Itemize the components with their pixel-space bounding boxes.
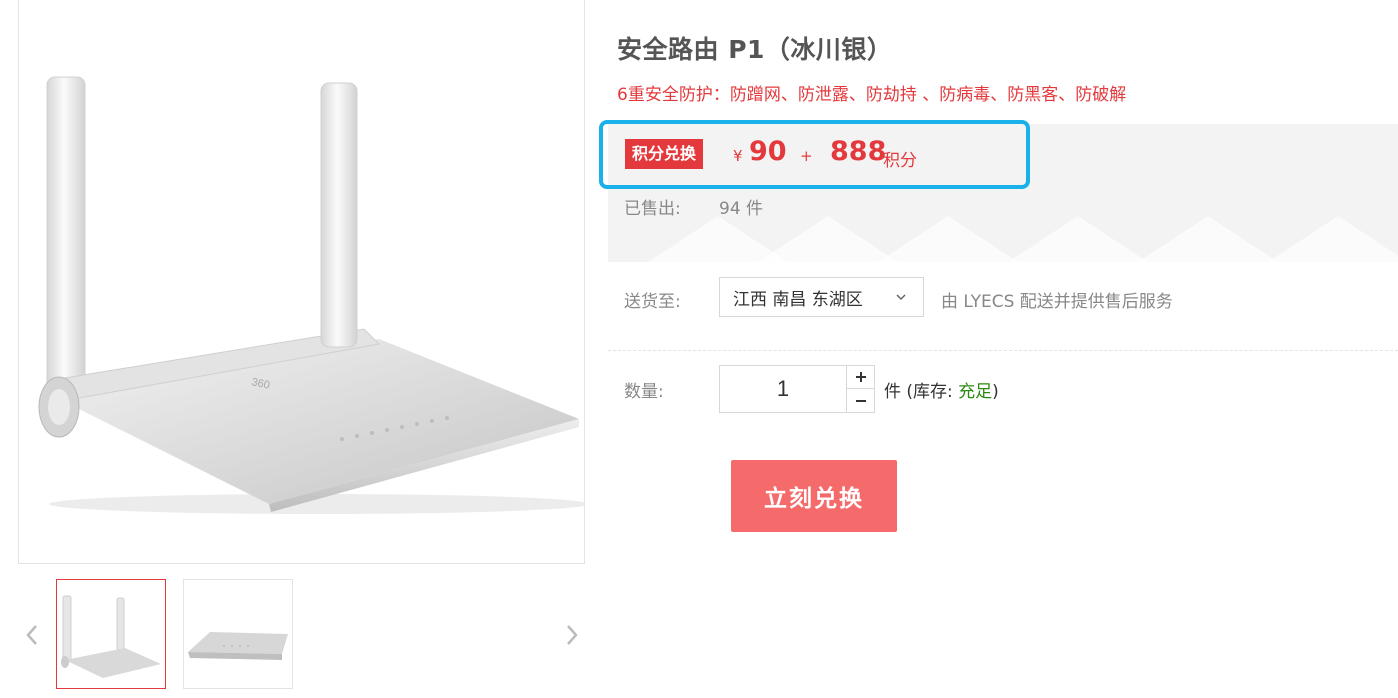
gallery-next-button[interactable] [560,618,584,652]
sold-label: 已售出: [624,199,681,219]
router-thumbnail-front [61,595,161,678]
gallery-thumbnail-2[interactable] [183,579,293,689]
gallery-prev-button[interactable] [20,618,44,652]
chevron-left-icon [26,625,37,645]
currency-symbol: ¥ [733,147,743,165]
chevron-down-icon [896,294,906,301]
minus-icon [855,399,866,402]
panel-decoration [758,216,898,262]
quantity-decrement-button[interactable] [846,388,875,413]
sold-count: 94 件 [719,199,764,219]
points-price: 888 [830,136,887,167]
product-main-image: 360 [18,0,585,564]
stock-info: 件 (库存: 充足) [884,377,999,402]
panel-decoration [878,216,1018,262]
section-divider [608,350,1398,351]
panel-decoration [1268,216,1398,262]
quantity-label: 数量: [624,382,664,402]
plus-icon [855,372,866,382]
stock-suffix: ) [992,382,999,402]
panel-decoration [1138,216,1278,262]
product-subtitle: 6重安全防护：防蹭网、防泄露、防劫持 、防病毒、防黑客、防破解 [617,85,1127,105]
router-illustration: 360 [38,76,584,514]
stock-status: 充足 [958,382,993,402]
shipping-region-value: 江西 南昌 东湖区 [733,289,863,310]
points-unit: 积分 [883,151,917,171]
quantity-input[interactable] [719,365,847,413]
product-title: 安全路由 P1（冰川银） [617,35,893,64]
chevron-right-icon [567,625,578,645]
quantity-increment-button[interactable] [846,365,875,389]
shipping-region-select[interactable]: 江西 南昌 东湖区 [719,277,924,317]
stock-prefix: 件 (库存: [884,382,953,402]
price-plus-sign: + [800,147,813,165]
router-thumbnail-top [188,632,288,660]
gallery-thumbnail-1[interactable] [56,579,166,689]
panel-decoration [1008,216,1148,262]
cash-price: 90 [749,136,787,167]
points-exchange-badge: 积分兑换 [625,139,704,169]
shipping-label: 送货至: [624,292,681,312]
shipping-note: 由 LYECS 配送并提供售后服务 [941,292,1173,312]
redeem-now-button[interactable]: 立刻兑换 [731,460,897,532]
